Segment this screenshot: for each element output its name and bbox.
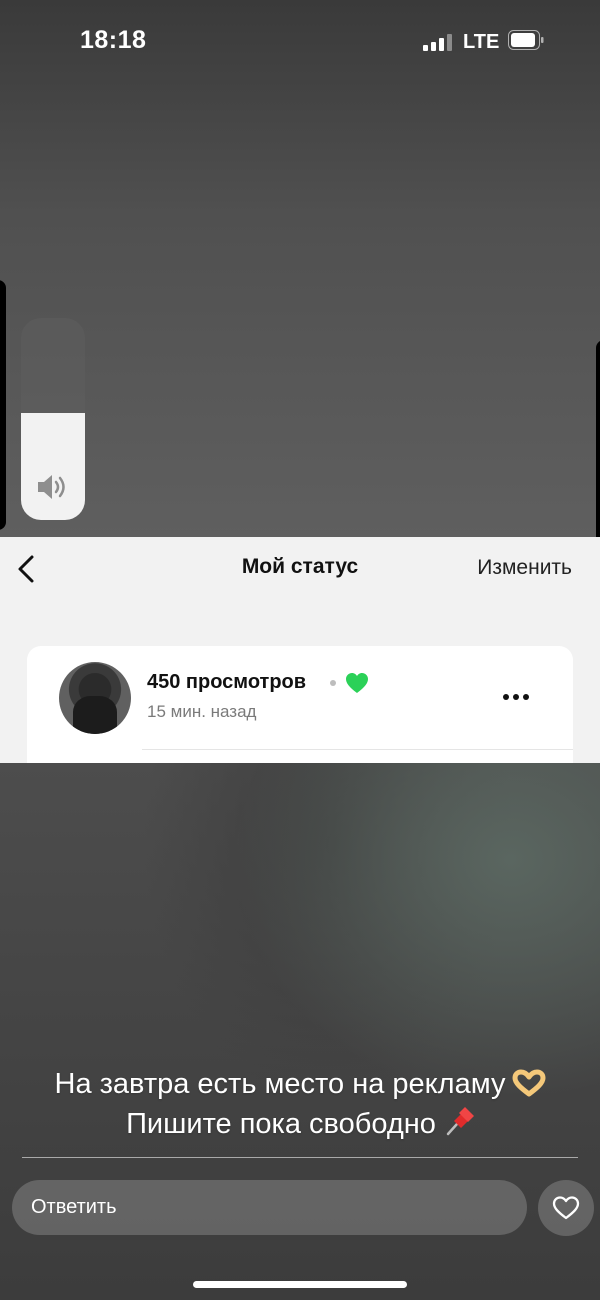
phone-edge-right [596, 340, 600, 560]
caption-line-1: На завтра есть место на рекламу [0, 1064, 600, 1104]
heart-icon [346, 673, 368, 693]
views-count: 450 просмотров [147, 671, 307, 693]
timestamp: 15 мин. назад [147, 702, 257, 721]
phone-edge-left [0, 280, 6, 530]
battery-icon [508, 30, 544, 50]
heart-outline-icon [552, 1196, 580, 1220]
edit-button[interactable]: Изменить [477, 556, 572, 580]
network-type: LTE [463, 31, 500, 53]
caption-line-2: Пишите пока свободно [0, 1104, 600, 1144]
signal-icon [423, 33, 453, 51]
status-bar: 18:18 LTE [0, 0, 600, 82]
speaker-icon [38, 475, 65, 499]
story-caption: На завтра есть место на рекламу Пишите п… [0, 1064, 600, 1144]
separator-dot [330, 680, 336, 686]
reply-input[interactable]: Ответить [12, 1180, 527, 1235]
heart-hands-emoji-icon [512, 1069, 545, 1097]
divider [142, 749, 573, 750]
ellipsis-icon[interactable] [503, 694, 531, 702]
status-time: 18:18 [80, 26, 147, 54]
pushpin-emoji-icon [446, 1107, 474, 1136]
home-indicator [193, 1281, 407, 1288]
like-button[interactable] [538, 1180, 594, 1236]
status-card: 450 просмотров 15 мин. назад [27, 646, 573, 763]
volume-level-fill [21, 412, 85, 520]
divider [22, 1157, 578, 1158]
volume-slider[interactable] [21, 318, 85, 520]
avatar [59, 662, 131, 734]
status-screenshot: Мой статус Изменить 450 просмотров 15 ми… [0, 537, 600, 763]
story-screen: 18:18 LTE Мой статус Изменить 450 просмо… [0, 0, 600, 1300]
